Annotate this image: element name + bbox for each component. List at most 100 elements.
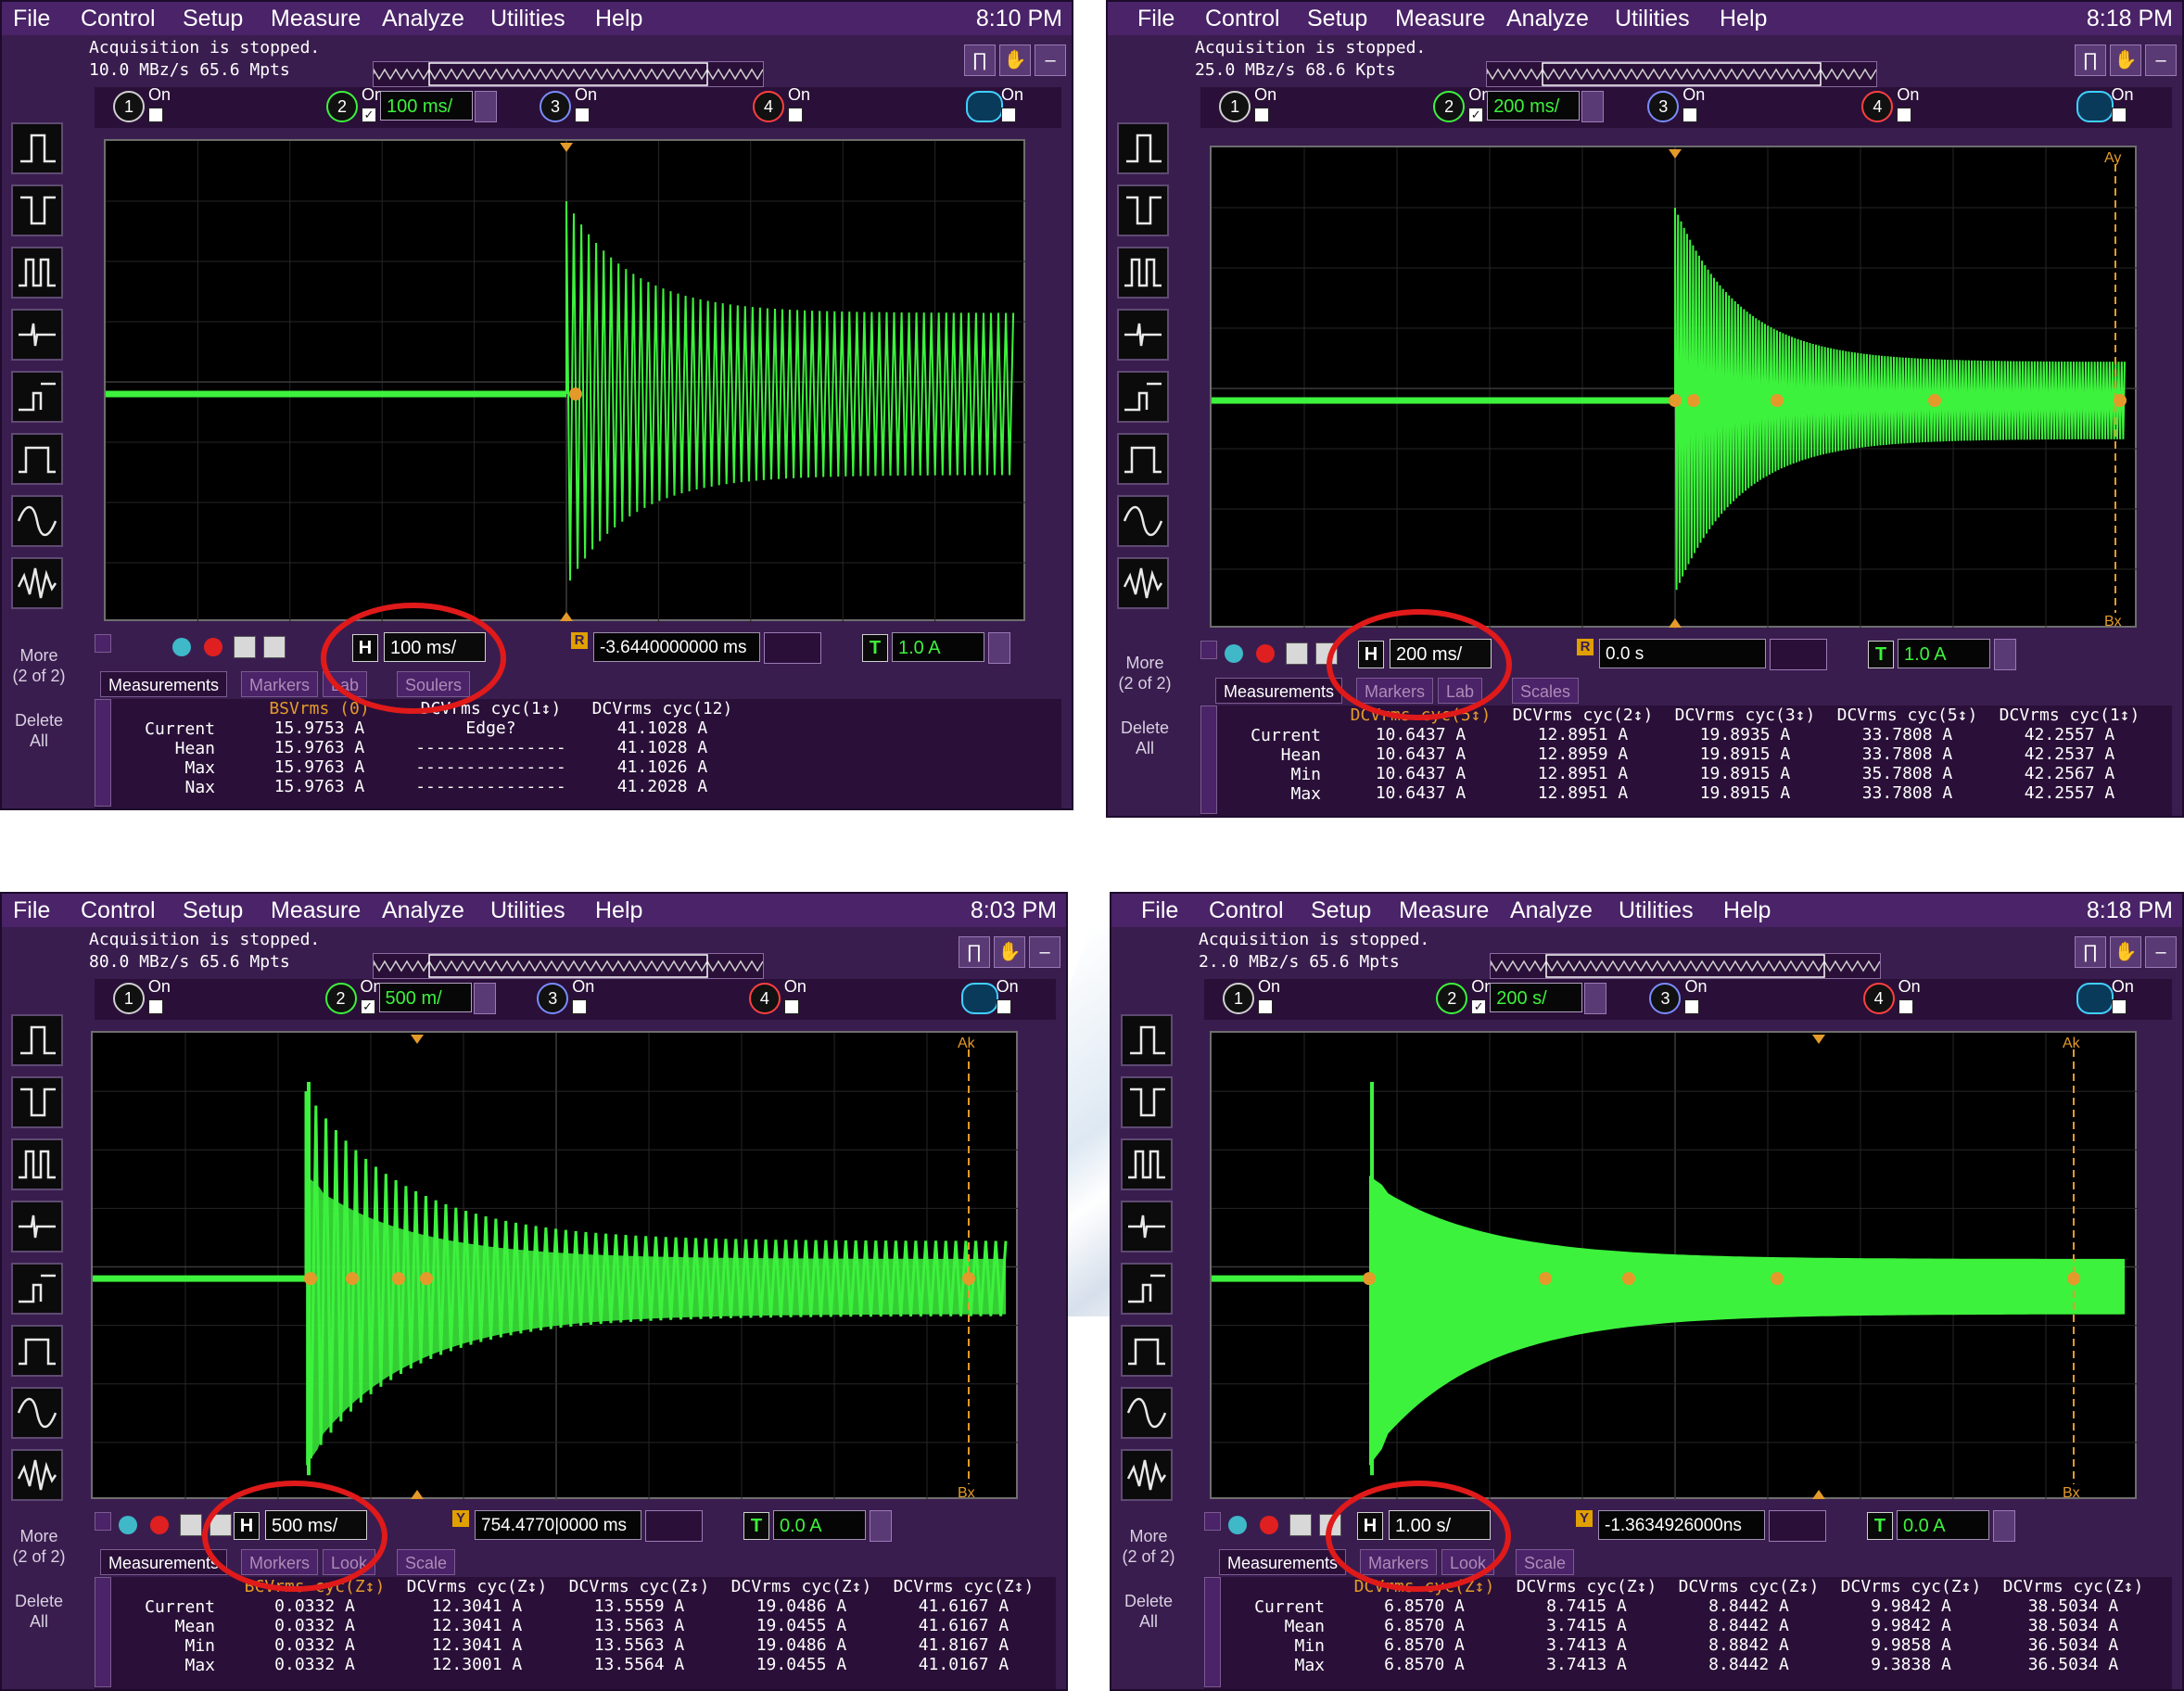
measurement-header[interactable]: DCVrms cyc(Z↕) xyxy=(396,1577,558,1596)
trigger-level-field[interactable]: 0.0 A xyxy=(1897,1510,1989,1540)
fft-trigger-icon[interactable] xyxy=(1117,557,1169,609)
measurement-header[interactable]: DCVrms cyc(Z↕) xyxy=(1992,1577,2154,1596)
position-spinner[interactable] xyxy=(1770,639,1827,670)
channel-2-scale-spinner[interactable] xyxy=(1581,91,1605,122)
measurement-header[interactable]: DCVrms cyc(1↕) xyxy=(1988,706,2151,725)
menu-control[interactable]: Control xyxy=(1205,2,1280,35)
edge-rise-trigger-icon[interactable] xyxy=(11,1014,63,1066)
stop-icon[interactable] xyxy=(150,1516,169,1534)
channel-5-icon[interactable] xyxy=(966,91,1003,122)
runt-trigger-icon[interactable] xyxy=(1121,1263,1173,1315)
tab-measurements[interactable]: Measurements xyxy=(1215,678,1343,704)
help-button[interactable] xyxy=(95,1512,111,1531)
channel-4-icon[interactable]: 4 xyxy=(1862,983,1895,1014)
run-icon[interactable] xyxy=(119,1516,137,1534)
menu-file[interactable]: File xyxy=(1137,2,1175,35)
measurement-header[interactable]: DCVrms cyc(12) xyxy=(577,699,748,718)
trigger-level-spinner[interactable] xyxy=(1994,639,2016,670)
menu-analyze[interactable]: Analyze xyxy=(1510,894,1593,927)
window-trigger-icon[interactable] xyxy=(1117,433,1169,485)
channel-2-icon[interactable]: 2 xyxy=(326,91,358,122)
waveform-display[interactable]: Ak Bx xyxy=(1210,1031,2139,1501)
window-mode-icon[interactable]: ∏ xyxy=(964,44,996,76)
edge-rise-trigger-icon[interactable] xyxy=(11,122,63,174)
delete-all-button[interactable]: Delete All xyxy=(11,710,67,751)
runt-trigger-icon[interactable] xyxy=(11,1263,63,1315)
channel-3-on-checkbox[interactable] xyxy=(1682,108,1698,122)
window-trigger-icon[interactable] xyxy=(1121,1325,1173,1377)
trigger-level-button[interactable]: T xyxy=(1867,1512,1893,1540)
trigger-level-field[interactable]: 1.0 A xyxy=(892,632,984,662)
menu-control[interactable]: Control xyxy=(81,2,156,35)
channel-2-scale-spinner[interactable] xyxy=(475,91,497,122)
horizontal-position-field[interactable]: -3.6440000000 ms xyxy=(593,632,760,662)
menu-help[interactable]: Help xyxy=(1723,894,1771,927)
hand-tool-icon[interactable]: ✋ xyxy=(2110,44,2141,76)
edge-rise-trigger-icon[interactable] xyxy=(1117,122,1169,174)
channel-1-icon[interactable]: 1 xyxy=(112,983,145,1014)
measurement-header[interactable]: DCVrms cyc(Z↕) xyxy=(1830,1577,1992,1596)
channel-5-icon[interactable] xyxy=(2076,983,2114,1014)
channel-3-on-checkbox[interactable] xyxy=(1684,999,1700,1014)
horizontal-position-field[interactable]: 754.4770|0000 ms xyxy=(475,1510,641,1540)
fft-trigger-icon[interactable] xyxy=(11,1449,63,1501)
minimize-icon[interactable]: – xyxy=(2145,936,2177,968)
more-button[interactable]: More (2 of 2) xyxy=(11,1526,67,1567)
menu-help[interactable]: Help xyxy=(595,2,642,35)
trigger-level-spinner[interactable] xyxy=(1993,1510,2015,1542)
channel-4-icon[interactable]: 4 xyxy=(748,983,781,1014)
menu-measure[interactable]: Measure xyxy=(271,2,361,35)
channel-4-icon[interactable]: 4 xyxy=(753,91,784,122)
menu-analyze[interactable]: Analyze xyxy=(382,2,464,35)
minimize-icon[interactable]: – xyxy=(2145,44,2177,76)
channel-2-scale-spinner[interactable] xyxy=(473,983,496,1014)
trigger-level-spinner[interactable] xyxy=(870,1510,892,1542)
trigger-level-button[interactable]: T xyxy=(1868,641,1894,668)
pulse-trigger-icon[interactable] xyxy=(1117,247,1169,299)
channel-4-on-checkbox[interactable] xyxy=(1898,999,1913,1014)
delete-all-button[interactable]: Delete All xyxy=(1117,718,1173,758)
channel-3-icon[interactable]: 3 xyxy=(540,91,571,122)
glitch-trigger-icon[interactable] xyxy=(1121,1201,1173,1252)
more-button[interactable]: More (2 of 2) xyxy=(1117,653,1173,693)
menu-utilities[interactable]: Utilities xyxy=(490,894,565,927)
channel-4-on-checkbox[interactable] xyxy=(788,108,803,122)
menu-file[interactable]: File xyxy=(13,2,50,35)
stop-icon[interactable] xyxy=(204,638,222,656)
measurement-header[interactable]: DCVrms cyc(Z↕) xyxy=(1505,1577,1668,1596)
measurement-header[interactable]: DCVrms cyc(3↕) xyxy=(1664,706,1826,725)
channel-2-scale-spinner[interactable] xyxy=(1584,983,1607,1014)
menu-measure[interactable]: Measure xyxy=(271,894,361,927)
autoscale-icon[interactable] xyxy=(1286,642,1308,665)
menu-file[interactable]: File xyxy=(1141,894,1178,927)
trigger-level-field[interactable]: 1.0 A xyxy=(1898,639,1990,668)
channel-1-on-checkbox[interactable] xyxy=(148,108,163,122)
channel-1-icon[interactable]: 1 xyxy=(1219,91,1251,122)
menu-file[interactable]: File xyxy=(13,894,50,927)
menu-utilities[interactable]: Utilities xyxy=(1615,2,1690,35)
channel-3-icon[interactable]: 3 xyxy=(1649,983,1682,1014)
run-icon[interactable] xyxy=(1228,1516,1247,1534)
channel-4-on-checkbox[interactable] xyxy=(1897,108,1912,122)
sine-trigger-icon[interactable] xyxy=(11,495,63,547)
window-mode-icon[interactable]: ∏ xyxy=(959,936,990,968)
glitch-trigger-icon[interactable] xyxy=(1117,309,1169,361)
window-trigger-icon[interactable] xyxy=(11,433,63,485)
menu-measure[interactable]: Measure xyxy=(1395,2,1485,35)
menu-analyze[interactable]: Analyze xyxy=(382,894,464,927)
runt-trigger-icon[interactable] xyxy=(11,371,63,423)
window-mode-icon[interactable]: ∏ xyxy=(2075,936,2106,968)
menu-setup[interactable]: Setup xyxy=(183,894,243,927)
menu-setup[interactable]: Setup xyxy=(1311,894,1371,927)
minimize-icon[interactable]: – xyxy=(1035,44,1066,76)
channel-3-icon[interactable]: 3 xyxy=(1647,91,1680,122)
channel-2-on-checkbox[interactable]: ✓ xyxy=(1471,999,1487,1014)
sine-trigger-icon[interactable] xyxy=(1121,1387,1173,1439)
channel-5-on-checkbox[interactable] xyxy=(1001,108,1016,122)
edge-fall-trigger-icon[interactable] xyxy=(11,184,63,236)
measurements-scrollbar[interactable] xyxy=(1204,1577,1221,1687)
delete-all-button[interactable]: Delete All xyxy=(1121,1591,1176,1632)
horizontal-position-field[interactable]: -1.3634926000ns xyxy=(1598,1510,1765,1540)
channel-2-on-checkbox[interactable]: ✓ xyxy=(1468,108,1484,122)
tab-scale[interactable]: Scale xyxy=(397,1549,456,1575)
